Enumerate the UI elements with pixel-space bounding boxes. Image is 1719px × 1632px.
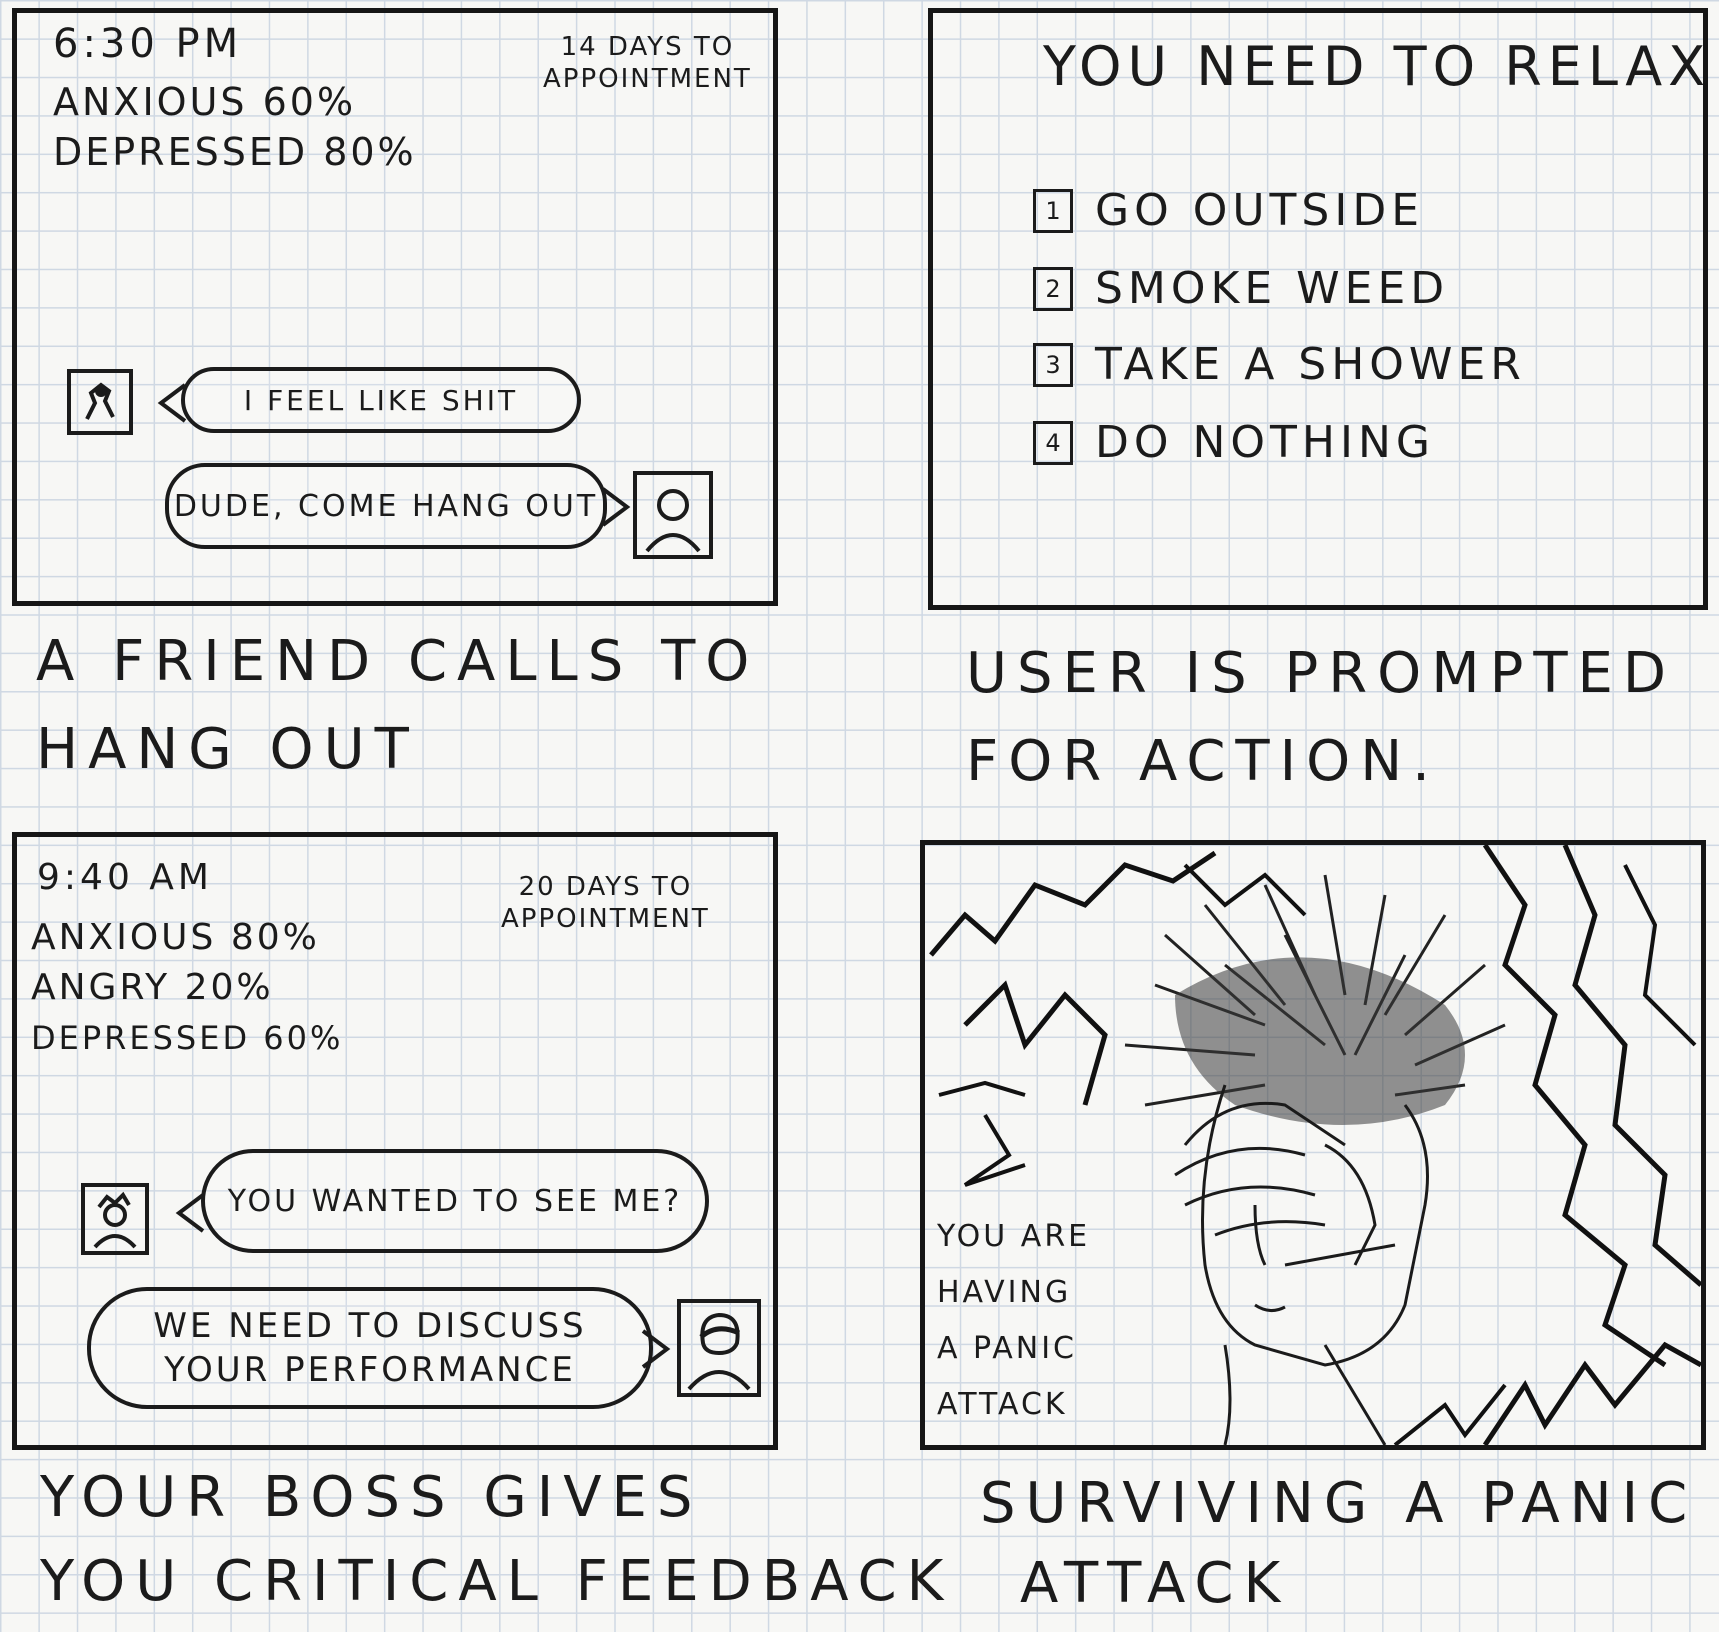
friend-message-bubble: DUDE, COME HANG OUT bbox=[165, 463, 607, 549]
caption-relax-prompt: USER IS PROMPTED FOR ACTION. bbox=[966, 630, 1676, 806]
caption-line-2: ATTACK bbox=[1020, 1551, 1291, 1616]
user-avatar bbox=[81, 1183, 149, 1255]
boss-avatar bbox=[677, 1299, 761, 1397]
caption-line-2: YOU CRITICAL FEEDBACK bbox=[40, 1549, 954, 1614]
caption-line-2: HANG OUT bbox=[36, 717, 419, 782]
option-number: 1 bbox=[1033, 188, 1073, 233]
mood-stats: ANXIOUS 80% ANGRY 20% DEPRESSED 60% bbox=[31, 913, 343, 1063]
mood-stat-depressed: DEPRESSED 80% bbox=[53, 130, 417, 174]
appointment-countdown: 20 DAYS TO APPOINTMENT bbox=[501, 871, 710, 935]
appointment-label: APPOINTMENT bbox=[501, 904, 710, 934]
mood-stat-angry: ANGRY 20% bbox=[31, 967, 274, 1008]
panel-relax-prompt: YOU NEED TO RELAX 1 GO OUTSIDE 2 SMOKE W… bbox=[928, 8, 1708, 610]
panel-boss-feedback: 9:40 AM ANXIOUS 80% ANGRY 20% DEPRESSED … bbox=[12, 832, 778, 1450]
appointment-countdown: 14 DAYS TO APPOINTMENT bbox=[543, 31, 752, 95]
caption-line-1: SURVIVING A PANIC bbox=[980, 1471, 1698, 1536]
appointment-days: 20 DAYS TO bbox=[518, 872, 693, 902]
mood-stats: ANXIOUS 60% DEPRESSED 80% bbox=[53, 77, 417, 177]
caption-panic-attack: SURVIVING A PANIC ATTACK bbox=[980, 1464, 1697, 1624]
bubble-tail-right bbox=[641, 1329, 671, 1369]
caption-line-1: USER IS PROMPTED bbox=[966, 641, 1677, 706]
caption-line-1: YOUR BOSS GIVES bbox=[40, 1465, 703, 1530]
caption-boss-feedback: YOUR BOSS GIVES YOU CRITICAL FEEDBACK bbox=[40, 1456, 953, 1624]
panic-message-line-2: HAVING bbox=[937, 1275, 1072, 1310]
mood-stat-anxious: ANXIOUS 80% bbox=[31, 917, 320, 958]
panic-message-line-1: YOU ARE bbox=[937, 1219, 1091, 1254]
option-smoke-weed[interactable]: 2 SMOKE WEED bbox=[1033, 263, 1449, 314]
user-avatar bbox=[67, 369, 133, 435]
caption-line-1: A FRIEND CALLS TO bbox=[36, 629, 760, 694]
option-label: TAKE A SHOWER bbox=[1095, 339, 1526, 390]
option-do-nothing[interactable]: 4 DO NOTHING bbox=[1033, 417, 1435, 468]
clock-time: 9:40 AM bbox=[37, 857, 213, 898]
appointment-label: APPOINTMENT bbox=[543, 64, 752, 94]
caption-friend-call: A FRIEND CALLS TO HANG OUT bbox=[36, 618, 759, 794]
option-number: 2 bbox=[1033, 266, 1073, 311]
user-message-bubble: YOU WANTED TO SEE ME? bbox=[201, 1149, 709, 1253]
option-go-outside[interactable]: 1 GO OUTSIDE bbox=[1033, 185, 1424, 236]
boss-message-line-1: WE NEED TO DISCUSS bbox=[153, 1306, 587, 1346]
clock-time: 6:30 PM bbox=[53, 21, 243, 67]
panic-message: YOU ARE HAVING A PANIC ATTACK bbox=[937, 1209, 1090, 1433]
option-label: DO NOTHING bbox=[1095, 417, 1435, 468]
user-message-bubble: I FEEL LIKE SHIT bbox=[181, 367, 581, 433]
prompt-title: YOU NEED TO RELAX bbox=[1043, 35, 1712, 98]
panic-message-line-4: ATTACK bbox=[937, 1387, 1068, 1422]
option-label: SMOKE WEED bbox=[1095, 263, 1450, 314]
option-take-shower[interactable]: 3 TAKE A SHOWER bbox=[1033, 339, 1526, 390]
friend-avatar bbox=[633, 471, 713, 559]
option-number: 4 bbox=[1033, 420, 1073, 465]
panic-message-line-3: A PANIC bbox=[937, 1331, 1077, 1366]
mood-stat-anxious: ANXIOUS 60% bbox=[53, 80, 357, 124]
caption-line-2: FOR ACTION. bbox=[966, 729, 1440, 794]
option-number: 3 bbox=[1033, 342, 1073, 387]
appointment-days: 14 DAYS TO bbox=[560, 32, 735, 62]
boss-message-bubble: WE NEED TO DISCUSS YOUR PERFORMANCE bbox=[87, 1287, 653, 1409]
mood-stat-depressed: DEPRESSED 60% bbox=[31, 1019, 344, 1057]
option-label: GO OUTSIDE bbox=[1095, 185, 1425, 236]
boss-message-line-2: YOUR PERFORMANCE bbox=[164, 1350, 576, 1390]
panel-friend-call: 6:30 PM ANXIOUS 60% DEPRESSED 80% 14 DAY… bbox=[12, 8, 778, 606]
bubble-tail-right bbox=[601, 487, 631, 527]
panel-panic-attack: YOU ARE HAVING A PANIC ATTACK bbox=[920, 840, 1706, 1450]
